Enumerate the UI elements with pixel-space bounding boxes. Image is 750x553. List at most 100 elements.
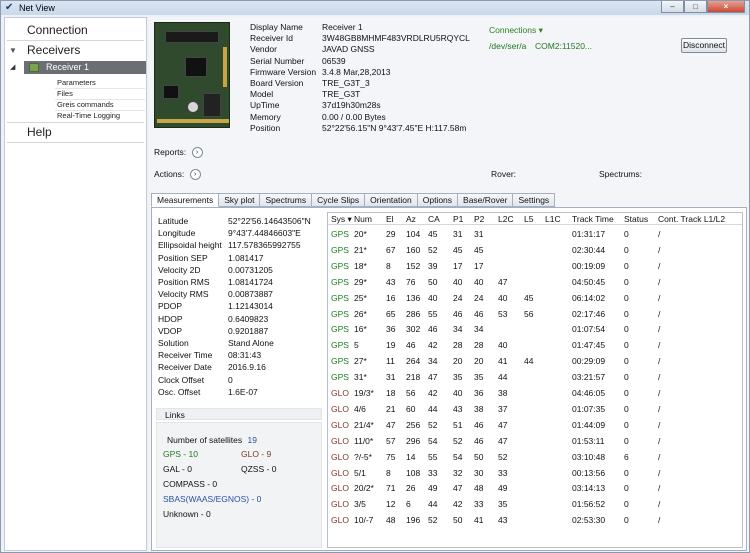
satellite-table[interactable]: Sys ▾ Num El Az CA P1 P2 L2C L5 L1C Track Time Stat… — [327, 212, 743, 548]
chevron-down-icon: ▾ — [538, 25, 543, 35]
column-header-p1[interactable]: P1 — [453, 213, 463, 225]
column-header-cont-track[interactable]: Cont. Track L1/L2 — [658, 213, 725, 225]
cell-el: 29 — [386, 229, 396, 239]
title-bar[interactable]: ✔ Net View – □ × — [1, 1, 749, 15]
cell-ca: 50 — [428, 276, 438, 287]
table-row[interactable]: GPS 27* 11 264 34 20 20 41 44 00:29:09 0 / — [328, 355, 742, 367]
table-row[interactable]: GLO 10/-7 48 196 52 50 41 43 02:53:30 0 / — [328, 514, 742, 526]
disconnect-button[interactable]: Disconnect — [681, 38, 727, 53]
reports-expand-icon[interactable]: › — [191, 147, 203, 159]
tab-measurements[interactable]: Measurements — [151, 193, 220, 207]
cell-cont-track: / — [658, 403, 661, 414]
cell-el: 8 — [386, 260, 391, 271]
tab-sky-plot[interactable]: Sky plot — [219, 193, 261, 207]
cell-l2c: 40 — [498, 292, 508, 303]
nav-files[interactable]: Files — [57, 89, 73, 98]
cell-p2: 50 — [474, 451, 484, 462]
table-row[interactable]: GLO 4/6 21 60 44 43 38 37 01:07:35 0 / — [328, 403, 742, 415]
cell-cont-track: / — [658, 483, 661, 494]
cell-track-time: 01:53:11 — [572, 435, 605, 446]
table-row[interactable]: GPS 25* 16 136 40 24 24 40 45 06:14:02 0 / — [328, 292, 742, 304]
cell-l2c: 37 — [498, 403, 508, 414]
nav-help[interactable]: Help — [5, 123, 146, 142]
cell-p2: 24 — [474, 292, 484, 303]
column-header-az[interactable]: Az — [406, 213, 416, 225]
cell-az: 46 — [406, 340, 416, 351]
nav-receiver-1[interactable]: ◢ Receiver 1 — [10, 61, 146, 74]
cell-cont-track: / — [658, 292, 661, 303]
cell-p1: 31 — [453, 229, 463, 239]
actions-row: Actions: › — [154, 169, 201, 181]
cell-num: 20* — [354, 229, 367, 239]
tab-options[interactable]: Options — [417, 193, 459, 207]
table-row[interactable]: GLO 20/2* 71 26 49 47 48 49 03:14:13 0 / — [328, 482, 742, 494]
nav-parameters[interactable]: Parameters — [57, 78, 96, 87]
cell-cont-track: / — [658, 499, 661, 510]
memory-label: Memory — [250, 111, 281, 122]
column-header-sys[interactable]: Sys ▾ — [331, 213, 352, 225]
actions-expand-icon[interactable]: › — [189, 169, 201, 181]
cell-el: 16 — [386, 292, 396, 303]
links-header[interactable]: Links — [156, 408, 322, 420]
firmware-version-value: 3.4.8 Mar,28,2013 — [322, 66, 391, 77]
cell-el: 12 — [386, 499, 396, 510]
measurements-panel: Latitude Longitude Ellipsoidal height Po… — [151, 207, 747, 551]
minimize-button[interactable]: – — [661, 1, 684, 13]
table-row[interactable]: GPS 31* 31 218 47 35 35 44 03:21:57 0 / — [328, 371, 742, 383]
cell-ca: 52 — [428, 515, 438, 526]
cell-status: 0 — [624, 260, 629, 271]
table-row[interactable]: GLO 11/0* 57 296 54 52 46 47 01:53:11 0 / — [328, 435, 742, 447]
nav-real-time-logging[interactable]: Real-Time Logging — [57, 111, 120, 120]
cell-az: 6 — [406, 499, 411, 510]
column-header-p2[interactable]: P2 — [474, 213, 484, 225]
position-sep-value: 1.081417 — [228, 252, 264, 263]
close-button[interactable]: × — [707, 1, 745, 13]
cell-el: 67 — [386, 244, 396, 255]
table-row[interactable]: GLO 19/3* 18 56 42 40 36 38 04:46:05 0 / — [328, 387, 742, 399]
uptime-value: 37d19h30m28s — [322, 100, 381, 111]
table-row[interactable]: GPS 21* 67 160 52 45 45 02:30:44 0 / — [328, 244, 742, 256]
device-info-labels: Display Name Receiver Id Vendor Serial N… — [250, 22, 316, 134]
serial-number-label: Serial Number — [250, 55, 305, 66]
column-header-num[interactable]: Num — [354, 213, 372, 225]
table-row[interactable]: GPS 29* 43 76 50 40 40 47 04:50:45 0 / — [328, 276, 742, 288]
column-header-status[interactable]: Status — [624, 213, 648, 225]
cell-p1: 42 — [453, 499, 463, 510]
connections-dropdown[interactable]: Connections ▾ — [489, 25, 543, 36]
column-header-l5[interactable]: L5 — [524, 213, 533, 225]
cell-p1: 20 — [453, 356, 463, 367]
column-header-l1c[interactable]: L1C — [545, 213, 561, 225]
cell-num: 3/5 — [354, 499, 366, 510]
nav-receivers[interactable]: ▼ Receivers — [5, 41, 146, 60]
table-row[interactable]: GPS 18* 8 152 39 17 17 00:19:09 0 / — [328, 260, 742, 272]
table-row[interactable]: GPS 5 19 46 42 28 28 40 01:47:45 0 / — [328, 339, 742, 351]
table-row[interactable]: GPS 20* 29 104 45 31 31 01:31:17 0 / — [328, 228, 742, 240]
cell-ca: 40 — [428, 292, 438, 303]
cell-p1: 54 — [453, 451, 463, 462]
cell-p2: 46 — [474, 435, 484, 446]
tab-settings[interactable]: Settings — [513, 193, 556, 207]
tab-base-rover[interactable]: Base/Rover — [458, 193, 514, 207]
table-row[interactable]: GPS 26* 65 286 55 46 46 53 56 02:17:46 0 / — [328, 308, 742, 320]
cell-az: 296 — [406, 435, 421, 446]
column-header-el[interactable]: El — [386, 213, 394, 225]
table-row[interactable]: GLO 3/5 12 6 44 42 33 35 01:56:52 0 / — [328, 498, 742, 510]
table-row[interactable]: GPS 16* 36 302 46 34 34 01:07:54 0 / — [328, 323, 742, 335]
column-header-track-time[interactable]: Track Time — [572, 213, 614, 225]
gal-count: GAL - 0 — [163, 464, 192, 474]
tab-orientation[interactable]: Orientation — [365, 193, 418, 207]
table-row[interactable]: GLO 5/1 8 108 33 32 30 33 00:13:56 0 / — [328, 467, 742, 479]
column-header-l2c[interactable]: L2C — [498, 213, 514, 225]
tab-cycle-slips[interactable]: Cycle Slips — [312, 193, 366, 207]
table-row[interactable]: GLO ?/-5* 75 14 55 54 50 52 03:10:48 6 / — [328, 451, 742, 463]
cell-track-time: 03:14:13 — [572, 483, 606, 494]
expand-arrow-icon[interactable]: ◢ — [10, 61, 15, 74]
tab-spectrums[interactable]: Spectrums — [260, 193, 313, 207]
cell-az: 152 — [406, 260, 421, 271]
maximize-button[interactable]: □ — [684, 1, 707, 13]
nav-connection[interactable]: Connection — [5, 21, 146, 40]
column-header-ca[interactable]: CA — [428, 213, 440, 225]
nav-greis-commands[interactable]: Greis commands — [57, 100, 114, 109]
expand-arrow-icon[interactable]: ▼ — [9, 41, 17, 60]
table-row[interactable]: GLO 21/4* 47 256 52 51 46 47 01:44:09 0 / — [328, 419, 742, 431]
